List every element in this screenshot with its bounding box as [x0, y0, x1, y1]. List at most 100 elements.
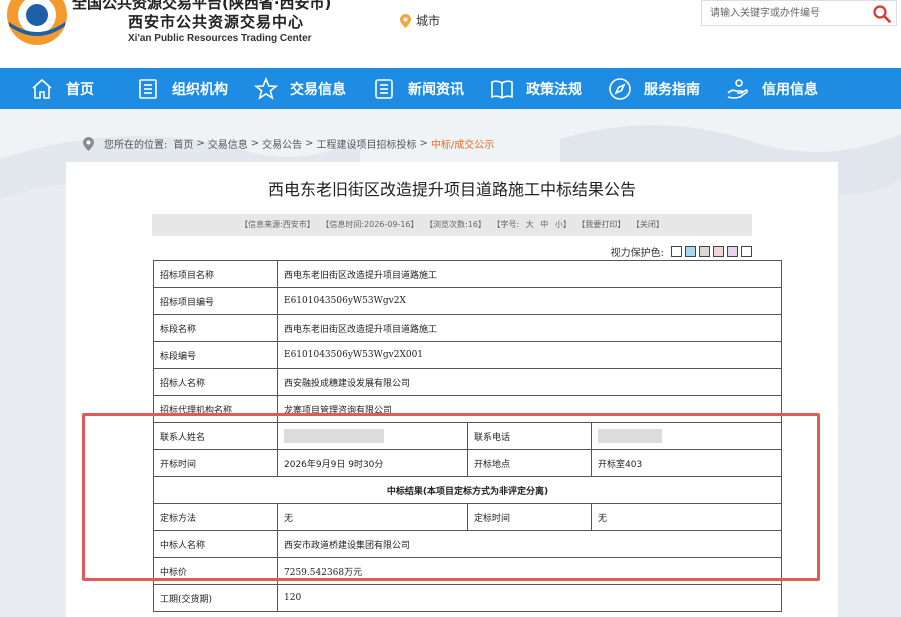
nav-item-service-guide[interactable]: 服务指南: [608, 68, 700, 109]
font-mid-button[interactable]: 中: [540, 220, 548, 229]
breadcrumb-separator: >: [419, 138, 428, 149]
row-value: 2026年9月9日 9时30分: [277, 449, 468, 477]
row-value: 7259.542368万元: [276, 557, 783, 585]
nav-item-organization[interactable]: 组织机构: [136, 68, 228, 109]
row-label: 招标项目编号: [153, 287, 278, 315]
search-input[interactable]: [702, 1, 878, 25]
table-row: 中标价 7259.542368万元: [153, 557, 783, 585]
table-row: 招标人名称 西安融投成穗建设发展有限公司: [153, 368, 783, 396]
table-row: 招标项目编号 E6101043506yW53Wgv2X: [153, 287, 783, 315]
row-value: 无: [277, 503, 468, 531]
font-small-button[interactable]: 小】: [555, 220, 571, 229]
row-label: 中标价: [153, 557, 278, 585]
info-views: 【浏览次数:16】: [425, 220, 486, 229]
center-name-en: Xi'an Public Resources Trading Center: [128, 33, 312, 44]
nav-item-credit[interactable]: 信用信息: [726, 68, 818, 109]
nav-label: 政策法规: [526, 81, 582, 98]
main-nav: 首页 组织机构 交易信息 新闻资讯 政策法规 服务指南 信用信息: [0, 68, 901, 109]
row-label: 开标地点: [467, 449, 592, 477]
breadcrumb-separator: >: [250, 138, 260, 149]
location-pin-icon: [83, 136, 94, 151]
row-value: 120: [276, 584, 783, 612]
row-label: 标段名称: [153, 314, 278, 342]
result-section-header: 中标结果(本项目定标方式为非评定分离): [152, 476, 783, 504]
row-value: 西电东老旧街区改造提升项目道路施工: [276, 260, 783, 288]
search-box: [701, 0, 897, 26]
color-swatch-white[interactable]: [671, 246, 682, 257]
table-row: 工期(交货期) 120: [153, 584, 783, 612]
home-icon: [32, 78, 52, 99]
color-swatch-white-2[interactable]: [741, 246, 752, 257]
row-value: E6101043506yW53Wgv2X001: [276, 341, 783, 369]
nav-label: 新闻资讯: [408, 81, 464, 98]
table-row: 中标结果(本项目定标方式为非评定分离): [152, 476, 783, 504]
breadcrumb-trade-notice[interactable]: 交易公告: [262, 136, 302, 151]
row-value: 无: [590, 503, 783, 531]
hand-icon: [727, 78, 749, 99]
table-row: 标段编号 E6101043506yW53Wgv2X001: [153, 341, 783, 369]
compass-icon: [609, 77, 631, 100]
city-selector[interactable]: 城市: [400, 12, 440, 29]
row-label: 定标方法: [153, 503, 278, 531]
info-bar: 【信息来源:西安市】 【信息时间:2026-09-16】 【浏览次数:16】 【…: [152, 214, 752, 236]
color-swatch-pink[interactable]: [713, 246, 724, 257]
info-font-size: 【字号:: [492, 220, 520, 229]
info-source: 【信息来源:西安市】: [240, 220, 315, 229]
table-row: 标段名称 西电东老旧街区改造提升项目道路施工: [153, 314, 783, 342]
document-icon: [139, 78, 157, 99]
nav-item-trade-info[interactable]: 交易信息: [254, 68, 346, 109]
color-swatch-purple[interactable]: [727, 246, 738, 257]
breadcrumb-separator: >: [305, 138, 314, 149]
nav-label: 信用信息: [762, 81, 818, 98]
bid-result-table: 招标项目名称 西电东老旧街区改造提升项目道路施工 招标项目编号 E6101043…: [152, 260, 783, 612]
row-label: 工期(交货期): [153, 584, 278, 612]
nav-item-home[interactable]: 首页: [30, 68, 94, 109]
color-swatch-blue[interactable]: [685, 246, 696, 257]
font-large-button[interactable]: 大: [526, 220, 534, 229]
article-panel: 西电东老旧街区改造提升项目道路施工中标结果公告 【信息来源:西安市】 【信息时间…: [66, 162, 838, 617]
row-value: 西电东老旧街区改造提升项目道路施工: [276, 314, 783, 342]
row-value: 开标室403: [590, 449, 783, 477]
breadcrumb: 您所在的位置: 首页 > 交易信息 > 交易公告 > 工程建设项目招标投标 > …: [83, 136, 494, 151]
row-label: 定标时间: [467, 503, 592, 531]
row-label: 招标项目名称: [153, 260, 278, 288]
contact-phone-redacted: [590, 422, 783, 450]
row-value: 龙寨项目管理咨询有限公司: [276, 395, 783, 423]
star-icon: [254, 76, 278, 100]
row-label: 标段编号: [153, 341, 278, 369]
breadcrumb-construction-bidding[interactable]: 工程建设项目招标投标: [317, 136, 417, 151]
logo-icon[interactable]: [4, 0, 70, 48]
nav-item-news[interactable]: 新闻资讯: [372, 68, 464, 109]
nav-label: 服务指南: [644, 81, 700, 98]
row-label: 开标时间: [153, 449, 278, 477]
close-button[interactable]: 【关闭】: [632, 220, 664, 229]
row-label: 招标人名称: [153, 368, 278, 396]
table-row: 招标代理机构名称 龙寨项目管理咨询有限公司: [153, 395, 783, 423]
print-button[interactable]: 【我要打印】: [577, 220, 625, 229]
breadcrumb-current[interactable]: 中标/成交公示: [431, 136, 494, 151]
nav-label: 交易信息: [290, 81, 346, 98]
search-icon[interactable]: [872, 4, 892, 24]
breadcrumb-prefix: 您所在的位置:: [104, 140, 168, 151]
table-row: 中标人名称 西安市政道桥建设集团有限公司: [153, 530, 783, 558]
info-time: 【信息时间:2026-09-16】: [321, 220, 419, 229]
color-swatch-gray[interactable]: [699, 246, 710, 257]
nav-item-policy[interactable]: 政策法规: [490, 68, 582, 109]
table-row: 联系人姓名 联系电话: [153, 422, 783, 450]
breadcrumb-separator: >: [196, 138, 205, 149]
breadcrumb-trade-info[interactable]: 交易信息: [208, 136, 248, 151]
book-icon: [491, 79, 513, 99]
row-label: 联系电话: [467, 422, 592, 450]
page-title: 西电东老旧街区改造提升项目道路施工中标结果公告: [267, 180, 636, 199]
row-label: 中标人名称: [153, 530, 278, 558]
table-row: 开标时间 2026年9月9日 9时30分 开标地点 开标室403: [153, 449, 783, 477]
eye-protect-label: 视力保护色:: [610, 248, 664, 259]
nav-label: 首页: [66, 81, 94, 98]
breadcrumb-home[interactable]: 首页: [173, 136, 193, 151]
list-icon: [375, 78, 393, 99]
row-label: 招标代理机构名称: [153, 395, 278, 423]
location-pin-icon: [400, 13, 411, 28]
contact-name-redacted: [277, 422, 468, 450]
table-row: 定标方法 无 定标时间 无: [153, 503, 783, 531]
city-label: 城市: [416, 14, 441, 28]
